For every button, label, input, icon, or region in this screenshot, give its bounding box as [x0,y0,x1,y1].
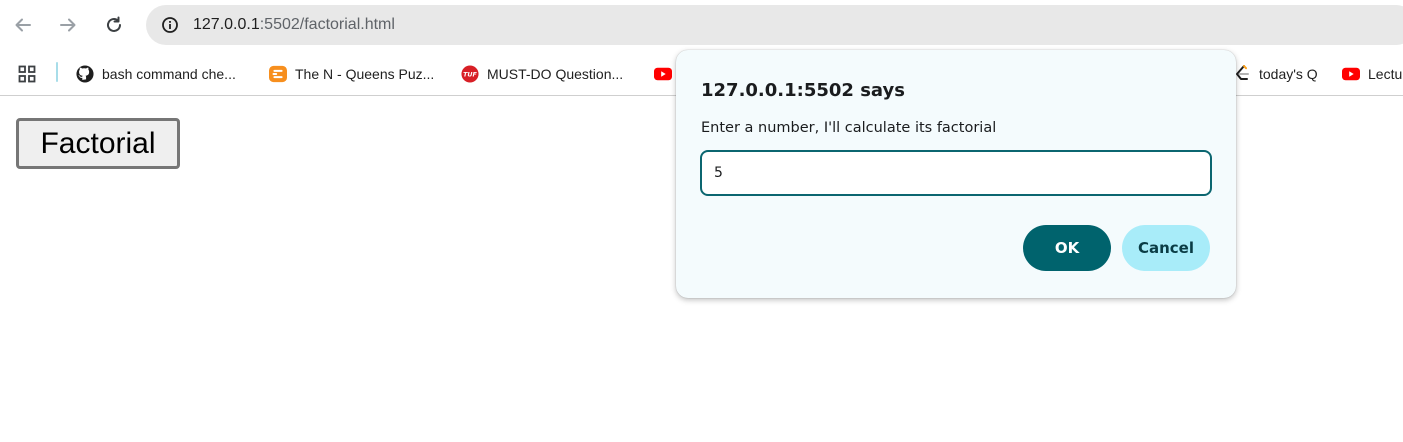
bookmark-label: MUST-DO Question... [487,66,624,82]
address-bar[interactable]: 127.0.0.1:5502/factorial.html [146,5,1403,45]
svg-text:TUF: TUF [463,72,477,79]
bookmark-bash[interactable]: bash command che... [76,61,236,87]
prompt-dialog: 127.0.0.1:5502 says Enter a number, I'll… [676,50,1236,298]
cancel-button[interactable]: Cancel [1122,225,1210,271]
bookmark-youtube[interactable] [654,61,672,87]
back-button[interactable] [6,8,40,42]
forward-button[interactable] [51,8,85,42]
bookmark-lectures[interactable]: Lectu [1342,61,1402,87]
reload-button[interactable] [97,8,131,42]
url-text: 127.0.0.1:5502/factorial.html [193,16,395,34]
site-info-button[interactable] [154,9,186,41]
bookmark-label: The N - Queens Puz... [295,66,435,82]
prompt-input[interactable] [700,150,1212,196]
info-icon [162,17,178,33]
bookmark-n-queens[interactable]: The N - Queens Puz... [269,61,434,87]
reload-icon [107,16,121,32]
bookmarks-divider [56,62,58,82]
bookmark-todays-q[interactable]: today's Q [1233,61,1318,87]
tuf-icon: TUF [461,65,479,83]
bookmark-must-do[interactable]: TUF MUST-DO Question... [461,61,623,87]
ok-button[interactable]: OK [1023,225,1111,271]
browser-toolbar: 127.0.0.1:5502/factorial.html [0,0,1403,52]
youtube-icon [654,65,672,83]
arrow-left-icon [15,18,31,32]
bookmark-label: today's Q [1259,66,1318,82]
dialog-title: 127.0.0.1:5502 says [701,80,905,101]
url-path: :5502/factorial.html [259,16,395,33]
apps-grid-icon [18,65,36,83]
dialog-message: Enter a number, I'll calculate its facto… [701,120,997,136]
bookmark-label: Lectu [1368,66,1403,82]
arrow-right-icon [60,18,76,32]
url-host: 127.0.0.1 [193,16,260,33]
bookmark-label: bash command che... [102,66,236,82]
youtube-icon [1342,65,1360,83]
apps-button[interactable] [18,61,36,87]
factorial-button[interactable]: Factorial [16,118,180,169]
codingninjas-icon [269,65,287,83]
github-icon [76,65,94,83]
